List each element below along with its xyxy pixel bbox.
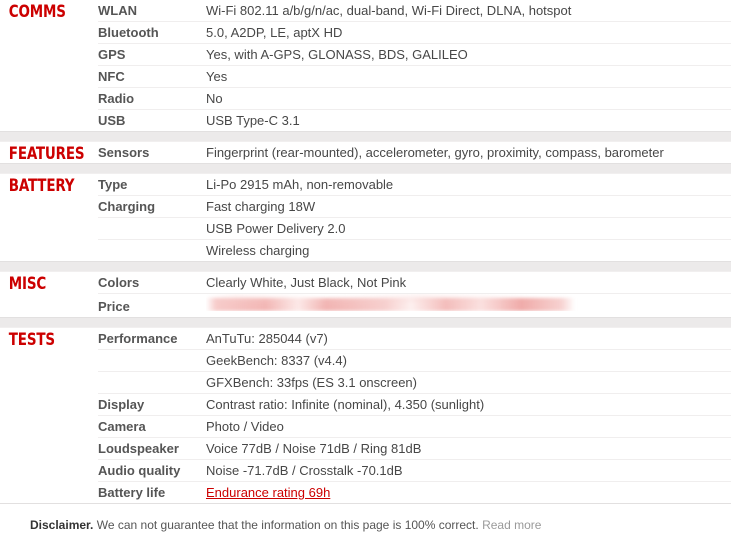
spec-row-value: USB Type-C 3.1 [206, 113, 300, 128]
spec-row-value: No [206, 91, 223, 106]
spec-section-misc: MISC Colors Clearly White, Just Black, Not… [0, 272, 731, 317]
spec-row-value: Clearly White, Just Black, Not Pink [206, 275, 407, 290]
section-title-cell: BATTERY [0, 174, 98, 195]
spec-row: Charging Fast charging 18W [98, 196, 731, 218]
spec-row-value: Li-Po 2915 mAh, non-removable [206, 177, 394, 192]
spec-row: WLAN Wi-Fi 802.11 a/b/g/n/ac, dual-band, … [98, 0, 731, 22]
spec-row-value: GeekBench: 8337 (v4.4) [206, 353, 347, 368]
spec-row: Audio quality Noise -71.7dB / Crosstalk -… [98, 460, 731, 482]
spec-row-value: Contrast ratio: Infinite (nominal), 4.35… [206, 397, 485, 412]
spec-row-label: Camera [98, 419, 146, 434]
spec-row-label: Price [98, 299, 130, 314]
spec-row-label: Loudspeaker [98, 441, 179, 456]
section-title: FEATURES [8, 144, 85, 164]
spec-sheet-table: COMMS WLAN Wi-Fi 802.11 a/b/g/n/ac, dual-b… [0, 0, 731, 503]
section-title: COMMS [8, 2, 66, 22]
spec-row: USB USB Type-C 3.1 [98, 110, 731, 131]
spec-row-value: AnTuTu: 285044 (v7) [206, 331, 328, 346]
spec-row-label: WLAN [98, 3, 137, 18]
spec-row: Wireless charging [98, 240, 731, 261]
spec-row: Price [98, 294, 731, 317]
spec-row-value: Wi-Fi 802.11 a/b/g/n/ac, dual-band, Wi-F… [206, 3, 572, 18]
spec-row-label: Battery life [98, 485, 166, 500]
spec-row-value: Yes [206, 69, 228, 84]
section-title-cell: TESTS [0, 328, 98, 349]
section-rows: Sensors Fingerprint (rear-mounted), accel… [98, 142, 731, 163]
section-divider [0, 261, 731, 272]
spec-row-value: Endurance rating 69h [206, 482, 731, 503]
spec-row-label: Bluetooth [98, 25, 159, 40]
spec-row: GPS Yes, with A-GPS, GLONASS, BDS, GALILE… [98, 44, 731, 66]
section-title-cell: MISC [0, 272, 98, 293]
spec-row: Performance AnTuTu: 285044 (v7) [98, 328, 731, 350]
spec-row-label: Sensors [98, 145, 150, 160]
spec-row-value: Fast charging 18W [206, 199, 316, 214]
spec-row: Battery life Endurance rating 69h [98, 482, 731, 503]
section-rows: Colors Clearly White, Just Black, Not Pin… [98, 272, 731, 317]
spec-row-label: Colors [98, 275, 140, 290]
spec-row: GFXBench: 33fps (ES 3.1 onscreen) [98, 372, 731, 394]
spec-row: Colors Clearly White, Just Black, Not Pin… [98, 272, 731, 294]
spec-row-value: 5.0, A2DP, LE, aptX HD [206, 25, 343, 40]
spec-section-features: FEATURES Sensors Fingerprint (rear-mounted… [0, 142, 731, 163]
section-divider [0, 163, 731, 174]
read-more-link[interactable]: Read more [482, 518, 541, 532]
disclaimer-heading: Disclaimer. [30, 518, 94, 532]
spec-row-value: Yes, with A-GPS, GLONASS, BDS, GALILEO [206, 47, 468, 62]
spec-row-label: Performance [98, 331, 178, 346]
section-title: BATTERY [8, 176, 75, 196]
spec-row: Loudspeaker Voice 77dB / Noise 71dB / Rin… [98, 438, 731, 460]
spec-row: USB Power Delivery 2.0 [98, 218, 731, 240]
spec-row-label: Type [98, 177, 128, 192]
spec-row-label: Display [98, 397, 145, 412]
spec-row: Radio No [98, 88, 731, 110]
redacted-price [206, 298, 575, 311]
endurance-rating-link[interactable]: Endurance rating 69h [206, 485, 330, 500]
section-rows: WLAN Wi-Fi 802.11 a/b/g/n/ac, dual-band, … [98, 0, 731, 131]
spec-row: Display Contrast ratio: Infinite (nominal… [98, 394, 731, 416]
spec-row-value: Photo / Video [206, 419, 284, 434]
section-rows: Type Li-Po 2915 mAh, non-removable Chargin… [98, 174, 731, 261]
section-title-cell: FEATURES [0, 142, 98, 163]
spec-row: GeekBench: 8337 (v4.4) [98, 350, 731, 372]
spec-row-label: Audio quality [98, 463, 181, 478]
spec-row-label: Radio [98, 91, 135, 106]
disclaimer: Disclaimer. We can not guarantee that th… [0, 503, 731, 533]
disclaimer-text: We can not guarantee that the informatio… [96, 518, 479, 532]
spec-row-value: USB Power Delivery 2.0 [206, 221, 346, 236]
section-rows: Performance AnTuTu: 285044 (v7) GeekBench:… [98, 328, 731, 503]
section-title: MISC [8, 274, 47, 294]
spec-row-label: GPS [98, 47, 126, 62]
spec-row-value [206, 294, 731, 311]
spec-row-value: Noise -71.7dB / Crosstalk -70.1dB [206, 463, 403, 478]
spec-row: Camera Photo / Video [98, 416, 731, 438]
spec-row-value: Voice 77dB / Noise 71dB / Ring 81dB [206, 441, 422, 456]
section-title-cell: COMMS [0, 0, 98, 21]
spec-section-battery: BATTERY Type Li-Po 2915 mAh, non-removable… [0, 174, 731, 261]
spec-row-label: Charging [98, 199, 156, 214]
spec-row-label: NFC [98, 69, 125, 84]
spec-row-value: GFXBench: 33fps (ES 3.1 onscreen) [206, 375, 417, 390]
spec-row: Type Li-Po 2915 mAh, non-removable [98, 174, 731, 196]
spec-section-tests: TESTS Performance AnTuTu: 285044 (v7) GeekB… [0, 328, 731, 503]
spec-row-label: USB [98, 113, 126, 128]
spec-row: Sensors Fingerprint (rear-mounted), accel… [98, 142, 731, 163]
spec-row: NFC Yes [98, 66, 731, 88]
section-title: TESTS [8, 330, 55, 350]
spec-row-value: Fingerprint (rear-mounted), acceleromete… [206, 145, 664, 160]
spec-section-comms: COMMS WLAN Wi-Fi 802.11 a/b/g/n/ac, dual-b… [0, 0, 731, 131]
spec-row-value: Wireless charging [206, 243, 310, 258]
section-divider [0, 131, 731, 142]
section-divider [0, 317, 731, 328]
spec-row: Bluetooth 5.0, A2DP, LE, aptX HD [98, 22, 731, 44]
